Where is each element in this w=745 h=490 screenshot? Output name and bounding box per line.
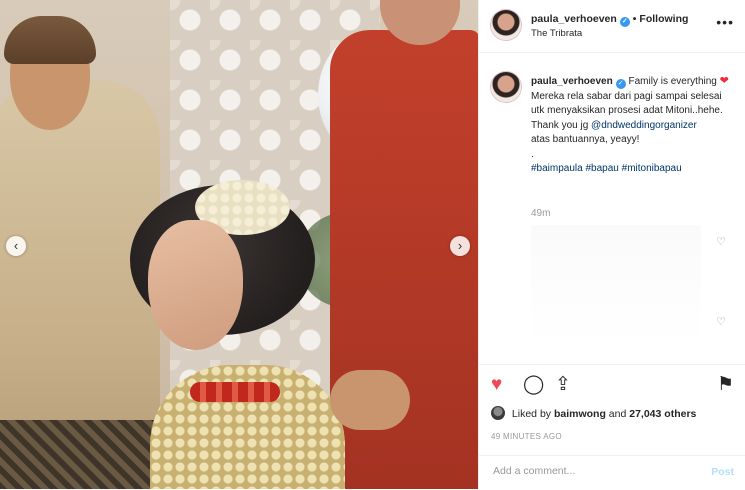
- separator-dot: •: [632, 13, 637, 25]
- caption-text: Mereka rela sabar dari pagi sampai seles…: [531, 90, 723, 117]
- avatar[interactable]: [491, 10, 521, 40]
- caption-username[interactable]: paula_verhoeven: [531, 76, 613, 87]
- mention-link[interactable]: @dndweddingorganizer: [591, 120, 697, 131]
- caption-text: Thank you jg: [531, 119, 589, 131]
- more-options-icon[interactable]: •••: [716, 14, 734, 30]
- header-user-row: paula_verhoeven ✓ • Following: [531, 13, 688, 27]
- comments-area: [531, 225, 701, 345]
- caption-dot: .: [531, 148, 534, 160]
- woman-face: [148, 220, 243, 350]
- previous-photo-button[interactable]: ‹: [6, 236, 26, 256]
- like-heart-icon[interactable]: ♥: [491, 375, 502, 395]
- bookmark-icon[interactable]: ⚑: [717, 375, 734, 395]
- batik-sarong: [0, 420, 170, 489]
- post-caption: paula_verhoeven ✓ Family is everything ❤ …: [531, 74, 731, 177]
- likes-count-link[interactable]: 27,043 others: [629, 408, 696, 420]
- instagram-post-view: ‹ › paula_verhoeven ✓ • Following The Trib…: [0, 0, 745, 489]
- liked-by-label: Liked by: [511, 408, 552, 420]
- share-icon[interactable]: ⇪: [555, 375, 571, 395]
- and-label: and: [608, 408, 627, 420]
- chevron-right-icon: ›: [457, 238, 463, 253]
- caption-time: 49m: [531, 208, 551, 219]
- man-left-blangkon: [4, 16, 96, 64]
- location-link[interactable]: The Tribrata: [531, 28, 582, 39]
- caption-avatar[interactable]: [491, 72, 521, 102]
- next-photo-button[interactable]: ›: [450, 236, 470, 256]
- likes-summary: Liked by baimwong and 27,043 others: [491, 406, 696, 420]
- post-header: paula_verhoeven ✓ • Following The Tribrata…: [479, 0, 745, 53]
- post-timestamp[interactable]: 49 MINUTES AGO: [491, 432, 562, 441]
- verified-badge-icon: ✓: [615, 79, 626, 89]
- header-username[interactable]: paula_verhoeven: [531, 13, 617, 25]
- liker-username[interactable]: baimwong: [554, 408, 606, 420]
- post-comment-button[interactable]: Post: [711, 466, 734, 478]
- liker-avatar[interactable]: [491, 406, 505, 420]
- caption-text: atas bantuannya, yeayy!: [531, 134, 640, 145]
- comment-bubble-icon[interactable]: ◯: [523, 375, 544, 395]
- following-button[interactable]: Following: [639, 13, 688, 25]
- comment-bar: Post: [479, 455, 745, 490]
- comment-input[interactable]: [491, 464, 695, 478]
- verified-badge-icon: ✓: [619, 17, 630, 27]
- comment-like-heart-icon[interactable]: ♡: [716, 235, 726, 248]
- red-heart-emoji-icon: ❤: [719, 75, 729, 87]
- caption-text: Family is everything: [628, 76, 717, 87]
- red-flower-trim: [190, 382, 280, 402]
- post-details-panel: paula_verhoeven ✓ • Following The Tribrata…: [478, 0, 745, 489]
- hashtags-link[interactable]: #baimpaula #bapau #mitonibapau: [531, 163, 682, 174]
- man-right-hand: [330, 370, 410, 430]
- comment-like-heart-icon[interactable]: ♡: [716, 315, 726, 328]
- post-photo[interactable]: ‹ ›: [0, 0, 478, 489]
- action-bar: ♥ ◯ ⇪ ⚑: [479, 364, 745, 405]
- chevron-left-icon: ‹: [13, 238, 19, 253]
